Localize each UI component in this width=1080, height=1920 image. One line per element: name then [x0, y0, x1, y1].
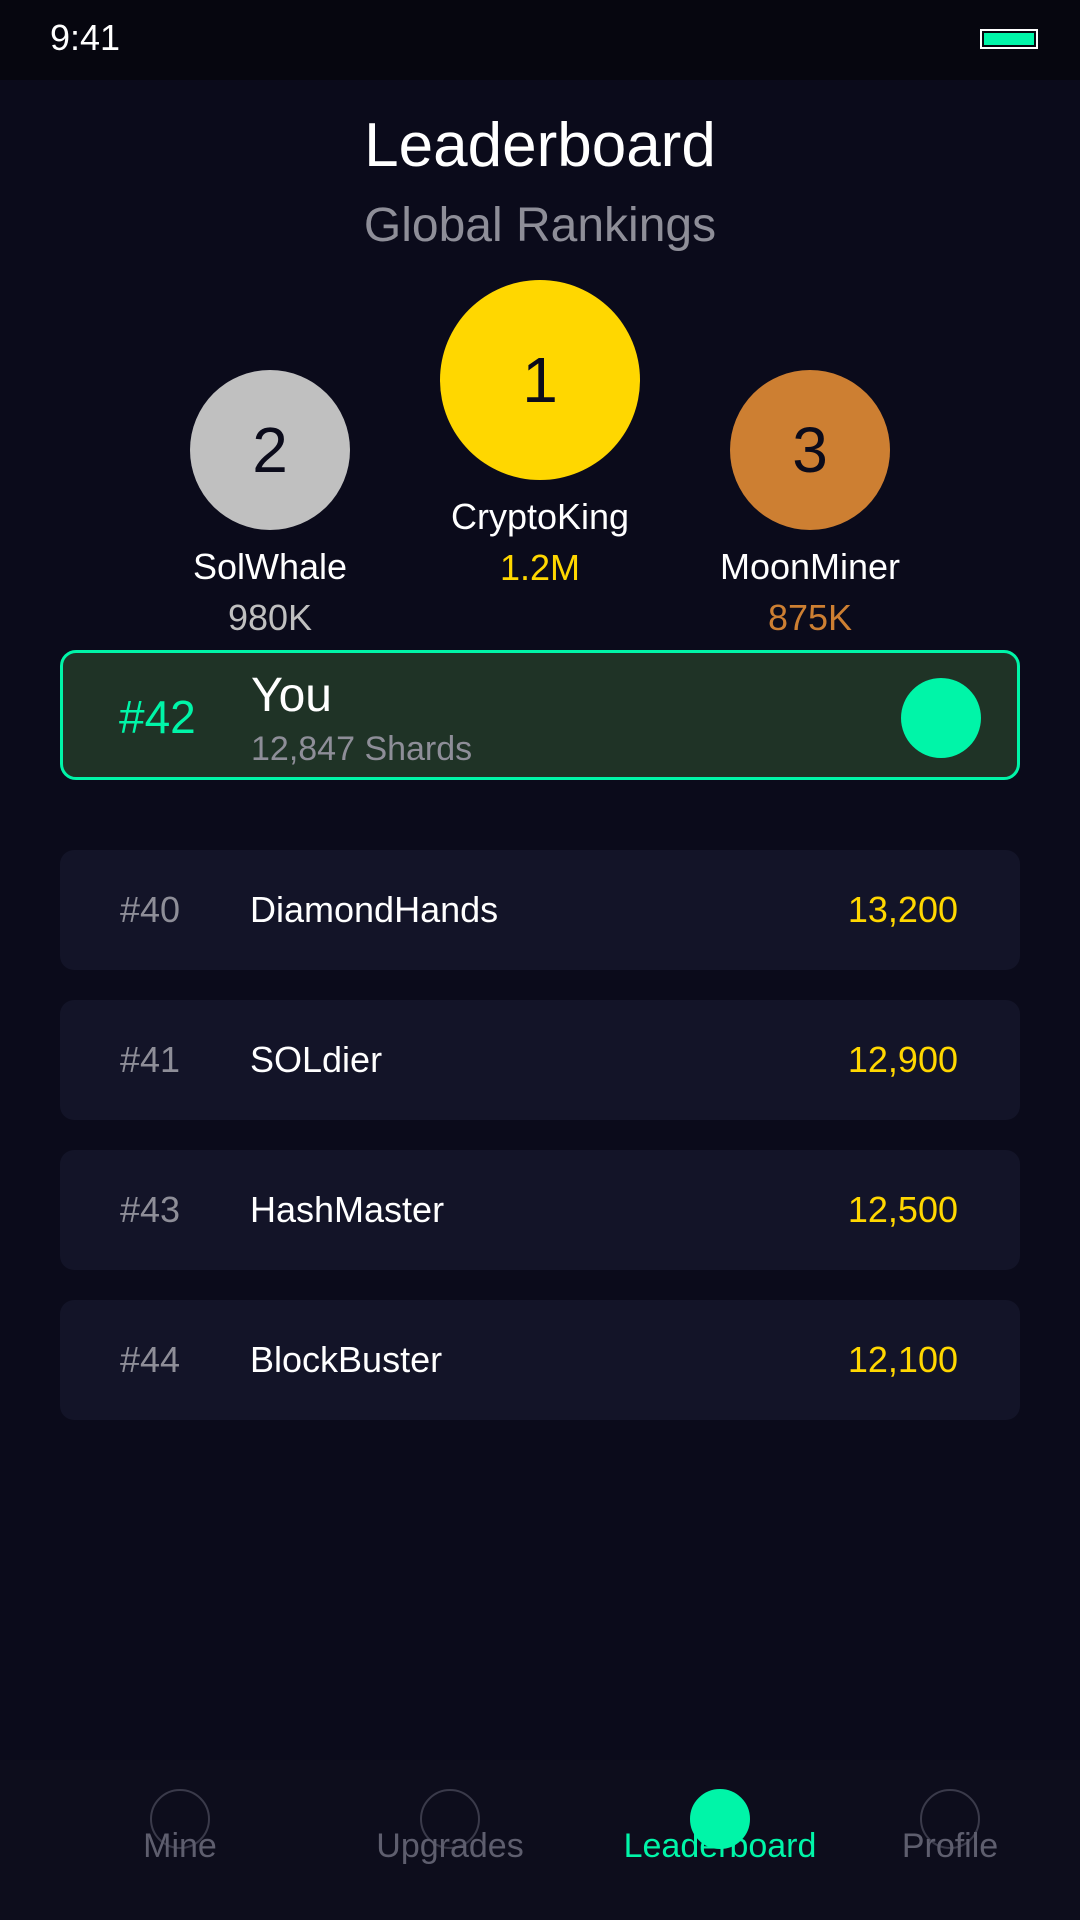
your-name: You [251, 669, 332, 722]
nav-item-profile[interactable]: Profile [860, 1760, 1040, 1920]
battery-fill [984, 33, 1034, 45]
your-rank: #42 [119, 691, 196, 743]
battery-icon [980, 29, 1038, 49]
podium-third-name: MoonMiner [719, 546, 901, 587]
your-rank-card[interactable]: #42 You 12,847 Shards [60, 650, 1020, 780]
avatar[interactable] [901, 678, 981, 758]
podium-second-badge[interactable]: 2 [190, 370, 350, 530]
podium-third-badge[interactable]: 3 [730, 370, 890, 530]
row-rank: #44 [120, 1339, 181, 1380]
row-rank: #41 [120, 1039, 181, 1080]
nav-label-upgrades: Upgrades [376, 1827, 524, 1865]
your-shards: 12,847 Shards [251, 730, 473, 768]
row-score: 13,200 [847, 889, 958, 930]
leaderboard-screen: 9:41 Leaderboard Global Rankings 1 Crypt… [0, 0, 1080, 1920]
row-score: 12,100 [847, 1339, 958, 1380]
page-subtitle: Global Rankings [363, 199, 717, 252]
status-bar: 9:41 [0, 0, 1080, 80]
page-title: Leaderboard [364, 111, 716, 180]
row-score: 12,500 [847, 1189, 958, 1230]
row-name: BlockBuster [250, 1339, 443, 1380]
nav-label-mine: Mine [143, 1827, 217, 1865]
row-name: DiamondHands [250, 889, 499, 930]
podium-first-badge[interactable]: 1 [440, 280, 640, 480]
nav-label-leaderboard: Leaderboard [623, 1827, 817, 1865]
ranking-row[interactable]: #43 HashMaster 12,500 [60, 1150, 1020, 1270]
row-rank: #43 [120, 1189, 181, 1230]
nav-item-leaderboard[interactable]: Leaderboard [600, 1760, 840, 1920]
row-score: 12,900 [847, 1039, 958, 1080]
bottom-nav: Mine Upgrades Leaderboard Profile [0, 1760, 1080, 1920]
nav-label-profile: Profile [901, 1827, 999, 1865]
row-name: HashMaster [250, 1189, 445, 1230]
row-name: SOLdier [250, 1039, 383, 1080]
podium-first-score: 1.2M [499, 547, 581, 588]
nav-item-upgrades[interactable]: Upgrades [330, 1760, 570, 1920]
podium-first-name: CryptoKing [450, 496, 630, 537]
status-time: 9:41 [50, 17, 121, 58]
podium-third-score: 875K [767, 597, 853, 638]
podium-second-score: 980K [227, 597, 313, 638]
row-rank: #40 [120, 889, 181, 930]
ranking-row[interactable]: #41 SOLdier 12,900 [60, 1000, 1020, 1120]
ranking-row[interactable]: #44 BlockBuster 12,100 [60, 1300, 1020, 1420]
podium-second-name: SolWhale [192, 546, 348, 587]
ranking-row[interactable]: #40 DiamondHands 13,200 [60, 850, 1020, 970]
nav-item-mine[interactable]: Mine [60, 1760, 300, 1920]
